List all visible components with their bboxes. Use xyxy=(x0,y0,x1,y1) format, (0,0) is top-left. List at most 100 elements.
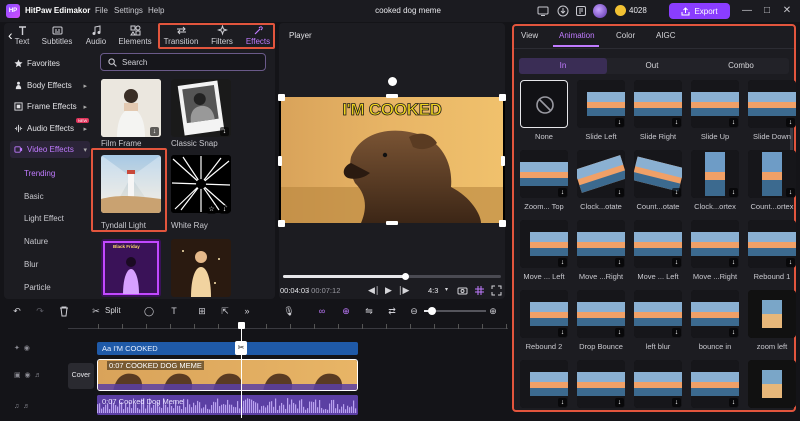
shield-icon[interactable]: ◯ xyxy=(143,305,155,317)
grid-icon[interactable] xyxy=(474,285,485,296)
menu-help[interactable]: Help xyxy=(148,6,164,15)
sidebar-subitem-blur[interactable]: Blur xyxy=(24,260,38,269)
zoom-out-icon[interactable]: ⊖ xyxy=(408,305,420,317)
zoom-slider-knob[interactable] xyxy=(428,307,436,315)
download-icon[interactable]: ↓ xyxy=(672,188,681,197)
text-tool-icon[interactable]: T xyxy=(168,305,180,317)
animation-thumb[interactable]: ↓ xyxy=(634,80,682,128)
download-icon[interactable]: ↓ xyxy=(220,205,229,214)
animation-thumb[interactable]: ↓ xyxy=(634,150,682,198)
screen-record-icon[interactable] xyxy=(537,5,549,17)
snapshot-icon[interactable] xyxy=(457,285,468,296)
redo-icon[interactable]: ↷ xyxy=(34,305,46,317)
animation-thumb[interactable]: ↓ xyxy=(577,220,625,268)
playhead[interactable] xyxy=(241,326,242,418)
eye-icon[interactable]: ◉ xyxy=(25,372,31,379)
microphone-icon[interactable]: 🎙 xyxy=(283,305,295,317)
chevron-down-icon[interactable]: ▾ xyxy=(441,285,452,296)
sidebar-item-favorites[interactable]: Favorites xyxy=(10,55,90,72)
aspect-ratio-select[interactable]: 4:3 xyxy=(428,286,438,295)
time-ruler[interactable] xyxy=(68,328,508,329)
animation-thumb[interactable]: ↓ xyxy=(691,80,739,128)
zoom-in-icon[interactable]: ⊕ xyxy=(487,305,499,317)
tab-in[interactable]: In xyxy=(519,58,607,74)
download-icon[interactable]: ↓ xyxy=(150,127,159,136)
download-icon[interactable]: ↓ xyxy=(729,258,738,267)
scissors-icon[interactable]: ✂ xyxy=(235,341,247,355)
prev-frame-icon[interactable]: ◀∣ xyxy=(368,285,379,296)
animation-thumb[interactable]: ↓ xyxy=(520,150,568,198)
download-icon[interactable] xyxy=(557,5,569,17)
speaker-icon[interactable]: ♬ xyxy=(23,403,30,410)
export-button[interactable]: Export xyxy=(669,3,730,19)
speaker-icon[interactable]: ♬ xyxy=(35,372,42,379)
download-icon[interactable]: ↓ xyxy=(672,258,681,267)
sidebar-subitem-basic[interactable]: Basic xyxy=(24,192,44,201)
sidebar-item-body-effects[interactable]: Body Effects ▸ xyxy=(10,77,90,94)
more-icon[interactable]: » xyxy=(241,305,253,317)
avatar[interactable] xyxy=(593,4,607,18)
rotate-handle[interactable] xyxy=(388,77,397,86)
animation-thumb[interactable]: ↓ xyxy=(748,220,796,268)
download-icon[interactable]: ↓ xyxy=(220,127,229,136)
next-frame-icon[interactable]: ∣▶ xyxy=(398,285,409,296)
animation-thumb[interactable]: ↓ xyxy=(634,220,682,268)
crop-icon[interactable]: ⊞ xyxy=(196,305,208,317)
tab-view[interactable]: View xyxy=(521,31,538,40)
animation-thumb[interactable]: ↓ xyxy=(691,360,739,408)
resize-handle[interactable] xyxy=(278,220,285,227)
download-icon[interactable]: ↓ xyxy=(558,328,567,337)
tab-subtitles[interactable]: Subtitles xyxy=(35,24,79,48)
resize-handle[interactable] xyxy=(278,156,282,166)
split-icon[interactable]: ✂ xyxy=(90,305,102,317)
playhead-handle[interactable] xyxy=(238,322,245,329)
notification-icon[interactable] xyxy=(575,5,587,17)
download-icon[interactable]: ↓ xyxy=(615,328,624,337)
magnet-icon[interactable]: ⊕ xyxy=(340,305,352,317)
effect-thumb-sparkle-girl[interactable] xyxy=(171,239,231,297)
cover-button[interactable]: Cover xyxy=(68,363,94,389)
transform-icon[interactable]: ⇱ xyxy=(219,305,231,317)
track-icon[interactable]: ⇄ xyxy=(386,305,398,317)
animation-thumb[interactable]: ↓ xyxy=(634,290,682,338)
snap-icon[interactable]: ⇋ xyxy=(363,305,375,317)
download-icon[interactable]: ↓ xyxy=(672,328,681,337)
music-icon[interactable]: ♫ xyxy=(14,403,19,410)
minimize-icon[interactable]: — xyxy=(740,4,754,18)
animation-thumb[interactable] xyxy=(748,360,796,408)
menu-settings[interactable]: Settings xyxy=(114,6,143,15)
sidebar-subitem-light-effect[interactable]: Light Effect xyxy=(24,214,64,223)
download-icon[interactable]: ↓ xyxy=(558,258,567,267)
lock-icon[interactable]: ▣ xyxy=(14,372,21,379)
animation-thumb[interactable]: ↓ xyxy=(748,150,796,198)
download-icon[interactable]: ↓ xyxy=(729,118,738,127)
star-icon[interactable]: ☆ xyxy=(207,205,216,214)
download-icon[interactable]: ↓ xyxy=(615,258,624,267)
link-icon[interactable]: ∞ xyxy=(316,305,328,317)
animation-thumb[interactable] xyxy=(520,80,568,128)
overlay-text[interactable]: I'M COOKED xyxy=(281,100,503,120)
resize-handle[interactable] xyxy=(386,94,398,98)
tab-elements[interactable]: Elements xyxy=(113,24,157,48)
sidebar-subitem-nature[interactable]: Nature xyxy=(24,237,48,246)
sidebar-subitem-particle[interactable]: Particle xyxy=(24,283,51,292)
tab-audio[interactable]: Audio xyxy=(74,24,118,48)
menu-file[interactable]: File xyxy=(95,6,108,15)
animation-thumb[interactable]: ↓ xyxy=(520,360,568,408)
animation-thumb[interactable]: ↓ xyxy=(520,220,568,268)
maximize-icon[interactable]: □ xyxy=(760,4,774,18)
download-icon[interactable]: ↓ xyxy=(786,188,795,197)
resize-handle[interactable] xyxy=(501,156,505,166)
delete-icon[interactable] xyxy=(58,305,70,317)
download-icon[interactable]: ↓ xyxy=(786,118,795,127)
animation-thumb[interactable]: ↓ xyxy=(577,290,625,338)
resize-handle[interactable] xyxy=(386,221,398,225)
animation-thumb[interactable]: ↓ xyxy=(634,360,682,408)
download-icon[interactable]: ↓ xyxy=(786,258,795,267)
animation-thumb[interactable]: ↓ xyxy=(577,80,625,128)
close-icon[interactable]: ✕ xyxy=(780,4,794,18)
sidebar-item-frame-effects[interactable]: Frame Effects ▸ xyxy=(10,98,90,115)
animation-thumb[interactable]: ↓ xyxy=(577,150,625,198)
progress-knob[interactable] xyxy=(401,273,409,280)
sidebar-subitem-trending[interactable]: Trending xyxy=(24,169,55,178)
